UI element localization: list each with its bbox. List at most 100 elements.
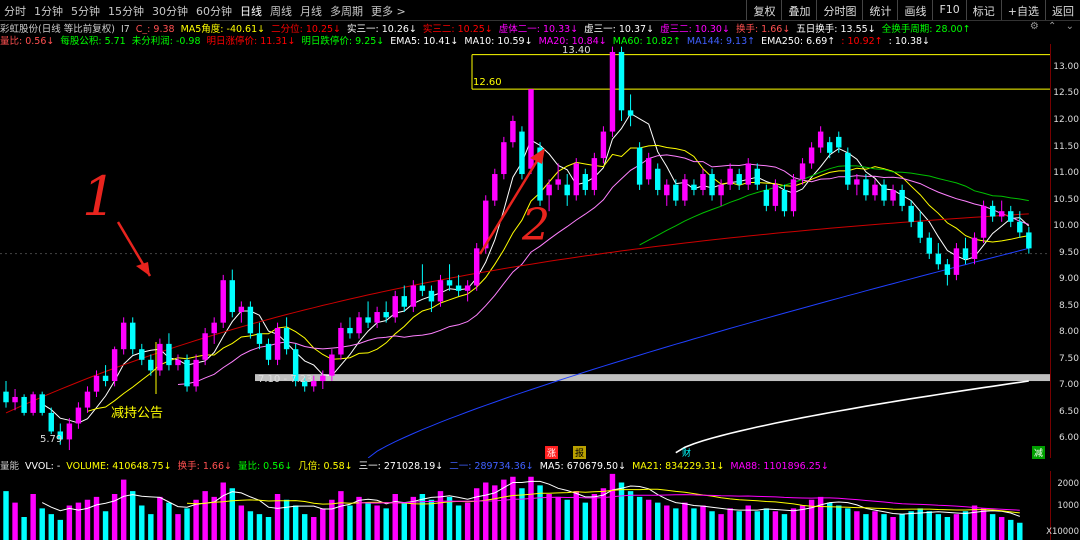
period-tab[interactable]: 15分钟 [108,3,144,19]
volume-bar [365,502,371,540]
candle [700,168,706,196]
handwritten-1: 1 [82,165,117,228]
volume-bar [826,502,833,540]
settings-icon[interactable]: ⚙ [1030,21,1039,32]
volume-tick: 2000 [1057,479,1079,489]
volume-bar [555,496,561,540]
candle [247,301,254,339]
indicator-value: VVOL: - [25,461,61,471]
volume-bar [464,502,471,540]
candle [148,354,154,376]
candle [908,200,914,228]
period-tab[interactable]: 周线 [270,3,292,19]
volume-bar [3,491,9,540]
period-tab[interactable]: 30分钟 [152,3,188,19]
candlestick-chart[interactable] [0,44,1050,458]
candle [193,354,199,392]
candle [944,258,951,286]
volume-bar [781,514,788,540]
period-toolbar: 分时 1分钟 5分钟 15分钟 30分钟 60分钟 日线 周线 月线 多周期 更多 > 复权 叠加 分时… [0,0,1080,21]
candle [736,168,742,190]
toolbar-button[interactable]: 叠加 [781,0,816,20]
candle [817,126,824,153]
candle [899,184,905,212]
candle [39,391,45,416]
volume-bar [166,502,172,540]
volume-bar [655,502,661,540]
price-tick: 8.50 [1058,300,1079,311]
volume-bar [238,505,245,540]
candle [763,184,770,212]
candle [3,381,9,408]
volume-tick: X10000 [1046,527,1079,537]
candle [935,243,942,270]
period-tab[interactable]: 5分钟 [71,3,100,19]
candle [709,168,715,201]
volume-bar [727,508,733,540]
toolbar-button[interactable]: F10 [932,0,965,20]
volume-bar [790,508,797,540]
ma144-line [367,247,1029,458]
period-tab[interactable]: 多周期 [330,3,363,19]
period-tab[interactable]: 1分钟 [34,3,63,19]
volume-bar [175,514,181,540]
volume-bar [836,505,842,540]
period-tab[interactable]: 日线 [240,3,262,19]
candle [854,174,860,196]
volume-chart[interactable] [0,471,1050,540]
chevron-down-icon[interactable]: ⌄ [1066,21,1074,32]
volume-bar [347,505,353,540]
volume-bar [573,491,579,540]
price-tick: 13.00 [1053,61,1079,72]
volume-bar [636,496,643,540]
candle [1026,227,1032,254]
period-tab[interactable]: 更多 > [371,3,406,19]
volume-bar [247,511,254,540]
toolbar-button[interactable]: 统计 [862,0,897,20]
volume-bar [962,511,969,540]
price-tick: 7.00 [1058,380,1079,391]
indicator-value: 换手: 1.66↓ [177,461,232,471]
volume-bar [872,511,878,540]
candle [600,126,607,164]
toolbar-button[interactable]: 画线 [897,0,932,20]
indicator-value: MA88: 1101896.25↓ [730,461,829,471]
candle [21,394,27,416]
price-tick: 11.50 [1053,141,1079,152]
toolbar-button[interactable]: 分时图 [816,0,862,20]
price-tick: 9.00 [1058,274,1079,285]
volume-bar [528,476,534,540]
volume-bar [854,511,860,540]
toolbar-button[interactable]: 返回 [1045,0,1080,20]
volume-bar [627,491,634,540]
toolbar-button[interactable]: +自选 [1000,0,1045,20]
volume-bar [564,499,570,540]
toolbar-button[interactable]: 标记 [965,0,1001,20]
period-tab[interactable]: 60分钟 [196,3,232,19]
volume-bar [709,511,715,540]
candle [111,346,118,387]
candle [274,322,281,366]
reduce-holdings-note: 减持公告 [111,406,164,421]
volume-bar [301,514,308,540]
candle [220,274,226,328]
candle [555,163,561,190]
level-price-label: 12.60 [473,77,502,88]
volume-bar [881,514,887,540]
volume-bar [926,511,932,540]
period-tab[interactable]: 月线 [300,3,322,19]
volume-bar [700,505,706,540]
price-tick: 6.00 [1058,433,1079,444]
chevron-up-icon[interactable]: ⌃ [1048,21,1056,32]
volume-tick: 1000 [1057,501,1079,511]
candle [120,317,127,355]
indicator-value: MA21: 834229.31↓ [632,461,725,471]
period-tab[interactable]: 分时 [4,3,26,19]
volume-bar [483,482,489,540]
volume-bar [12,502,18,540]
volume-bar [374,505,380,540]
volume-bar [582,502,589,540]
indicator-value: 量比: 0.56↓ [237,461,293,471]
toolbar-button[interactable]: 复权 [746,0,781,20]
toolbar-right-buttons: 复权 叠加 分时图 统计 画线 F10 标记 +自选 返回 [746,0,1080,20]
